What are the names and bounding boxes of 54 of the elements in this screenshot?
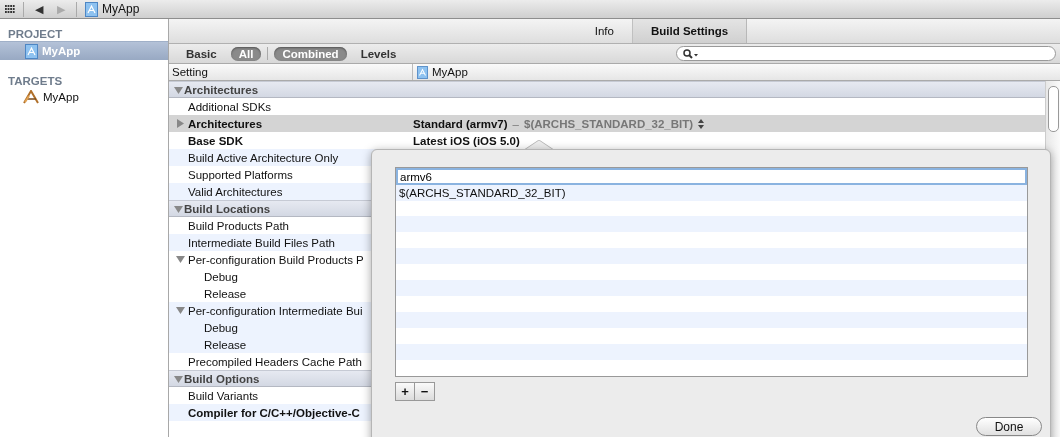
setting-name: Release: [203, 338, 247, 351]
collapse-triangle-icon[interactable]: [176, 255, 185, 264]
app-document-icon: [85, 1, 98, 17]
collapse-triangle-icon[interactable]: [176, 306, 185, 315]
setting-name: Build Products Path: [188, 219, 289, 232]
section-header: PROJECT: [7, 27, 64, 41]
sidebar-item[interactable]: MyApp: [0, 88, 168, 106]
setting-name: Per-configuration Intermediate Bui: [188, 304, 363, 317]
value-input-field[interactable]: armv6: [396, 168, 1027, 185]
stepper-icon[interactable]: [698, 118, 705, 129]
setting-name: Precompiled Headers Cache Path: [188, 355, 362, 368]
collapse-triangle-icon[interactable]: [174, 374, 183, 383]
setting-name: Debug: [203, 321, 238, 334]
filter-button[interactable]: Basic: [178, 46, 225, 61]
setting-name: Per-configuration Build Products P: [188, 253, 364, 266]
setting-row[interactable]: Architectures Standard (armv7) – $(ARCHS_STANDARD_32_BIT): [169, 115, 1045, 132]
column-header[interactable]: MyApp: [413, 64, 468, 80]
search-field[interactable]: [676, 46, 1056, 61]
group-header[interactable]: Architectures: [169, 81, 1045, 98]
remove-button[interactable]: −: [415, 382, 435, 401]
value-separator: –: [512, 117, 519, 130]
setting-name: Intermediate Build Files Path: [188, 236, 336, 249]
target-app-icon: [23, 90, 39, 104]
setting-name: Compiler for C/C++/Objective-C: [188, 406, 360, 419]
app-document-icon: [417, 65, 428, 79]
setting-name: Valid Architectures: [188, 185, 283, 198]
collapse-triangle-icon[interactable]: [174, 85, 183, 94]
setting-row[interactable]: Per-configuration Build Products P: [169, 251, 1045, 268]
setting-row[interactable]: Additional SDKs: [169, 98, 1045, 115]
tab[interactable]: Build Settings: [631, 19, 748, 43]
setting-name: Build Active Architecture Only: [188, 151, 339, 164]
expand-triangle-icon[interactable]: [176, 119, 185, 128]
setting-value: Latest iOS (iOS 5.0): [413, 134, 520, 147]
scrollbar-thumb[interactable]: [1048, 86, 1059, 132]
column-header[interactable]: Setting: [169, 64, 413, 80]
tab[interactable]: Info: [576, 19, 632, 43]
breadcrumb-item[interactable]: MyApp: [102, 2, 140, 16]
setting-name: Additional SDKs: [188, 100, 272, 113]
app-document-icon: [25, 43, 38, 59]
setting-name: Base SDK: [188, 134, 243, 147]
grid-icon[interactable]: [5, 4, 15, 14]
setting-row[interactable]: Base SDK Latest iOS (iOS 5.0): [169, 132, 1045, 149]
setting-name: Architectures: [188, 117, 263, 130]
setting-name: Release: [203, 287, 247, 300]
back-button[interactable]: ◀: [32, 2, 46, 16]
mode-button[interactable]: Levels: [352, 46, 405, 61]
collapse-triangle-icon[interactable]: [174, 204, 183, 213]
setting-value-detail: $(ARCHS_STANDARD_32_BIT): [524, 117, 694, 130]
setting-value: Standard (armv7): [413, 117, 508, 130]
section-header: TARGETS: [7, 74, 64, 88]
add-button[interactable]: +: [395, 382, 415, 401]
search-icon: [683, 48, 699, 59]
setting-name: Debug: [203, 270, 238, 283]
done-button[interactable]: Done: [976, 417, 1042, 436]
